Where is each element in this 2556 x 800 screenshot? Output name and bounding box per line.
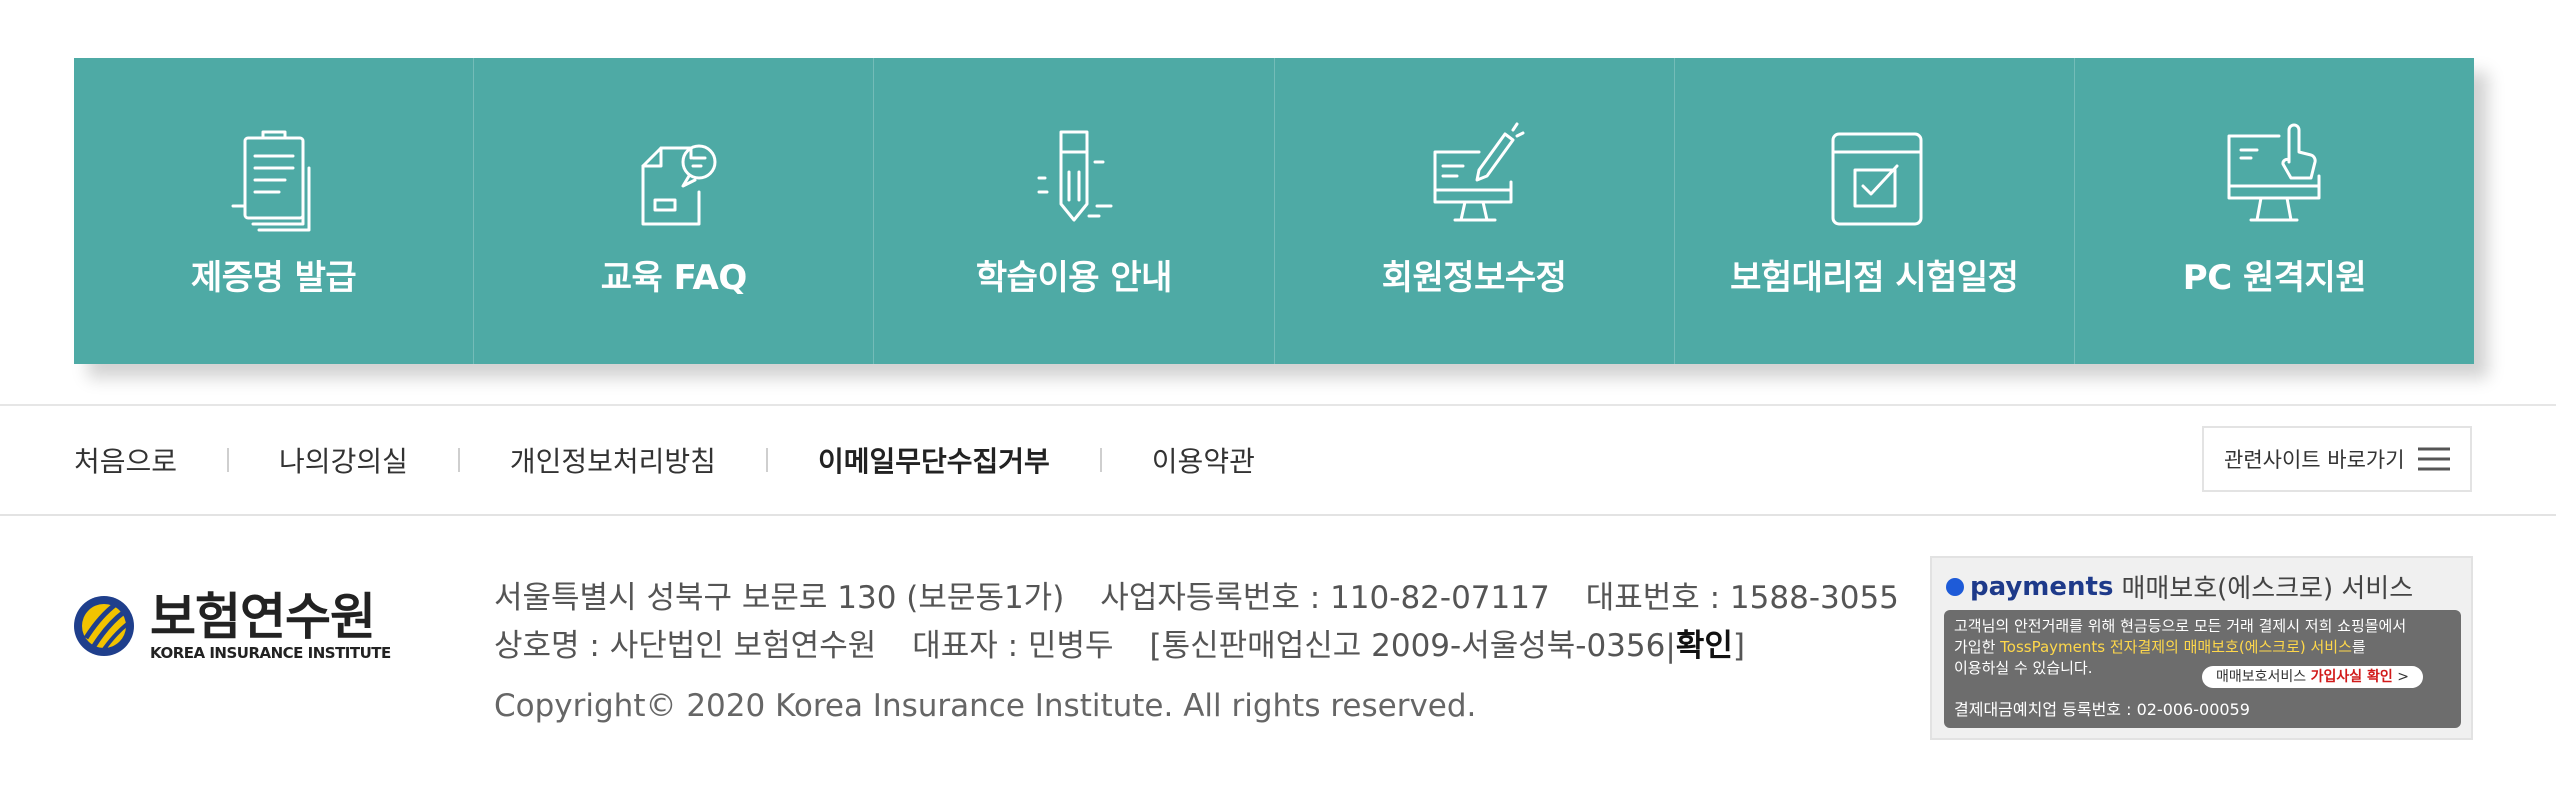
company-name: 상호명 : 사단법인 보험연수원 bbox=[494, 628, 877, 664]
footer-divider-top bbox=[0, 404, 2556, 406]
escrow-check-highlight: 가입사실 확인 bbox=[2310, 669, 2393, 685]
nav-divider bbox=[765, 448, 768, 472]
quick-menu: 제증명 발급 교육 FAQ 학습이용 안내 회원정보수정 보험대리점 시험일정 … bbox=[74, 58, 2474, 364]
related-sites-button[interactable]: 관련사이트 바로가기 bbox=[2202, 426, 2472, 492]
quick-menu-remote-support[interactable]: PC 원격지원 bbox=[2073, 58, 2474, 364]
ecommerce-bracket: ] bbox=[1732, 628, 1745, 664]
escrow-check-text: 매매보호서비스 bbox=[2216, 669, 2311, 685]
monitor-hand-pointer-icon bbox=[2219, 122, 2329, 232]
chevron-right-icon: > bbox=[2392, 669, 2409, 685]
quick-menu-label: 학습이용 안내 bbox=[975, 258, 1173, 298]
escrow-desc-text: 를 bbox=[2351, 638, 2366, 656]
calendar-check-icon bbox=[1819, 122, 1929, 232]
hamburger-menu-icon bbox=[2416, 446, 2452, 472]
quick-menu-label: 회원정보수정 bbox=[1381, 258, 1567, 298]
escrow-desc-line-2: 가입한 TossPayments 전자결제의 매매보호(에스크로) 서비스를 bbox=[1954, 637, 2451, 658]
quick-menu-faq[interactable]: 교육 FAQ bbox=[473, 58, 873, 364]
quick-menu-label: 교육 FAQ bbox=[600, 258, 747, 298]
company-info-line-2: 상호명 : 사단법인 보험연수원 대표자 : 민병두 [통신판매업신고 2009-서… bbox=[494, 622, 1894, 670]
nav-link-privacy-policy[interactable]: 개인정보처리방침 bbox=[510, 440, 716, 480]
quick-menu-exam-schedule[interactable]: 보험대리점 시험일정 bbox=[1673, 58, 2074, 364]
company-info-line-1: 서울특별시 성북구 보문로 130 (보문동1가) 사업자등록번호 : 110-8… bbox=[494, 574, 1899, 622]
nav-divider bbox=[457, 448, 460, 472]
related-sites-label: 관련사이트 바로가기 bbox=[2224, 448, 2405, 472]
business-registration: 사업자등록번호 : 110-82-07117 bbox=[1100, 580, 1550, 616]
nav-divider bbox=[1099, 448, 1102, 472]
ceo-name: 대표자 : 민병두 bbox=[912, 628, 1114, 664]
copyright: Copyright© 2020 Korea Insurance Institut… bbox=[494, 688, 1477, 724]
footer-nav: 처음으로 나의강의실 개인정보처리방침 이메일무단수집거부 이용약관 bbox=[74, 426, 1255, 494]
toss-payments-logo-icon bbox=[1946, 577, 1964, 596]
escrow-brand: payments bbox=[1970, 571, 2114, 602]
escrow-header: payments 매매보호(에스크로) 서비스 bbox=[1946, 568, 2413, 605]
quick-menu-certificate[interactable]: 제증명 발급 bbox=[74, 58, 473, 364]
company-info: 서울특별시 성북구 보문로 130 (보문동1가) 사업자등록번호 : 110-8… bbox=[494, 574, 1899, 724]
escrow-title: 매매보호(에스크로) 서비스 bbox=[2121, 574, 2414, 604]
escrow-desc-text: 가입한 bbox=[1954, 638, 2001, 656]
nav-divider bbox=[227, 448, 230, 472]
footer-divider-bottom bbox=[0, 514, 2556, 516]
site-logo[interactable]: 보험연수원 KOREA INSURANCE INSTITUTE bbox=[72, 590, 392, 662]
phone-number: 대표번호 : 1588-3055 bbox=[1585, 580, 1899, 616]
quick-menu-study-guide[interactable]: 학습이용 안내 bbox=[873, 58, 1273, 364]
ecommerce-verify-link[interactable]: 확인 bbox=[1676, 628, 1733, 664]
monitor-edit-icon bbox=[1419, 122, 1529, 232]
pen-nib-icon bbox=[1019, 122, 1129, 232]
nav-link-my-classroom[interactable]: 나의강의실 bbox=[279, 440, 408, 480]
nav-link-email-refusal[interactable]: 이메일무단수집거부 bbox=[818, 440, 1050, 480]
quick-menu-label: 보험대리점 시험일정 bbox=[1730, 258, 2019, 298]
document-chat-bubble-icon bbox=[619, 122, 729, 232]
escrow-description-box: 고객님의 안전거래를 위해 현금등으로 모든 거래 결제시 저희 쇼핑몰에서 가… bbox=[1944, 610, 2461, 728]
escrow-banner: payments 매매보호(에스크로) 서비스 고객님의 안전거래를 위해 현금… bbox=[1930, 556, 2473, 740]
escrow-check-button[interactable]: 매매보호서비스 가입사실 확인 > bbox=[2202, 666, 2423, 688]
address: 서울특별시 성북구 보문로 130 (보문동1가) bbox=[494, 580, 1065, 616]
quick-menu-member-edit[interactable]: 회원정보수정 bbox=[1273, 58, 1674, 364]
escrow-desc-line-1: 고객님의 안전거래를 위해 현금등으로 모든 거래 결제시 저희 쇼핑몰에서 bbox=[1954, 617, 2407, 635]
logo-emblem-icon bbox=[74, 596, 134, 656]
clipboard-certificate-icon bbox=[219, 122, 329, 232]
escrow-desc-highlight: TossPayments 전자결제의 매매보호(에스크로) 서비스 bbox=[2000, 638, 2352, 656]
quick-menu-label: PC 원격지원 bbox=[2182, 258, 2367, 298]
quick-menu-label: 제증명 발급 bbox=[190, 258, 357, 298]
logo-korean-text: 보험연수원 bbox=[150, 588, 376, 646]
logo-english-text: KOREA INSURANCE INSTITUTE bbox=[150, 644, 391, 662]
nav-link-home[interactable]: 처음으로 bbox=[74, 440, 177, 480]
nav-link-terms[interactable]: 이용약관 bbox=[1152, 440, 1255, 480]
ecommerce-registration: [통신판매업신고 2009-서울성북-0356| bbox=[1149, 628, 1676, 664]
escrow-registration-number: 결제대금예치업 등록번호 : 02-006-00059 bbox=[1954, 700, 2250, 719]
